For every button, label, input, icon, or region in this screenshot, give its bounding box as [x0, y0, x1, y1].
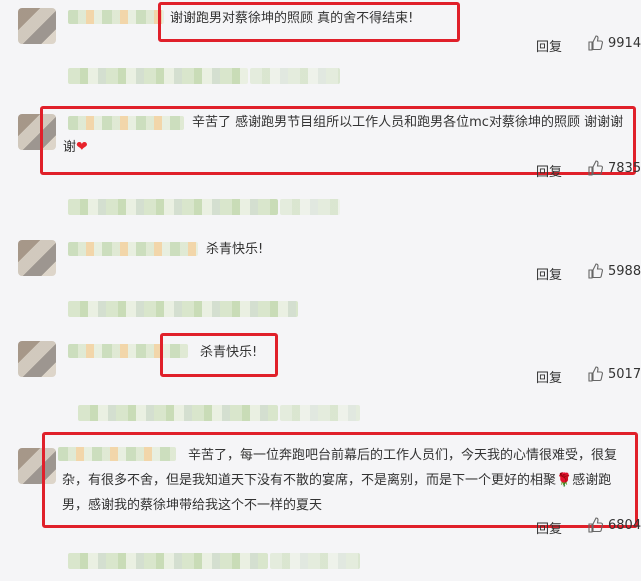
sub-reply-blurred	[78, 405, 278, 421]
highlight-box	[160, 333, 278, 377]
avatar[interactable]	[18, 240, 56, 276]
sub-reply-blurred	[68, 68, 248, 84]
like-count: 7835	[608, 161, 641, 176]
username-blurred[interactable]	[68, 10, 164, 24]
avatar[interactable]	[18, 8, 56, 44]
thumbs-up-icon[interactable]	[587, 517, 603, 533]
like-count: 5017	[608, 367, 641, 382]
like-count: 9914	[608, 36, 641, 51]
reply-button[interactable]: 回复	[536, 264, 562, 283]
reply-button[interactable]: 回复	[536, 367, 562, 386]
highlight-box	[42, 432, 638, 528]
thumbs-up-icon[interactable]	[587, 366, 603, 382]
username-blurred[interactable]	[68, 242, 198, 256]
avatar[interactable]	[18, 341, 56, 377]
comment-text: 杀青快乐!	[206, 242, 264, 257]
sub-reply-blurred	[280, 405, 360, 421]
sub-reply-blurred	[68, 553, 268, 569]
reply-button[interactable]: 回复	[536, 518, 562, 537]
highlight-box	[158, 2, 460, 42]
sub-reply-blurred	[68, 301, 298, 317]
thumbs-up-icon[interactable]	[587, 35, 603, 51]
sub-reply-blurred	[280, 199, 340, 215]
thumbs-up-icon[interactable]	[587, 160, 603, 176]
sub-reply-blurred	[68, 199, 278, 215]
thumbs-up-icon[interactable]	[587, 263, 603, 279]
sub-reply-blurred	[270, 553, 360, 569]
sub-reply-blurred	[250, 68, 340, 84]
like-count: 6804	[608, 518, 641, 533]
reply-button[interactable]: 回复	[536, 161, 562, 180]
like-count: 5988	[608, 264, 641, 279]
reply-button[interactable]: 回复	[536, 36, 562, 55]
